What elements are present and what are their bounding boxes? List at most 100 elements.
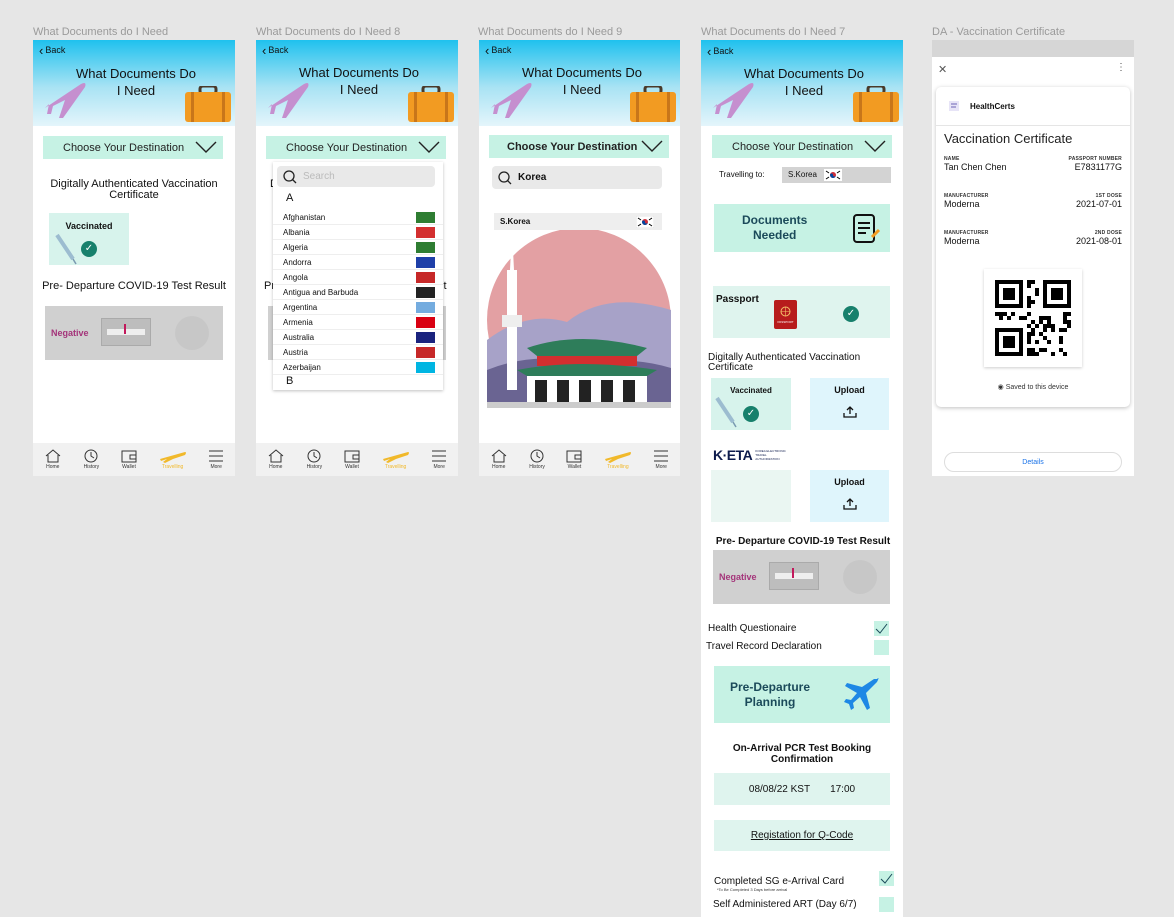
back-button[interactable]: ‹ Back bbox=[707, 45, 733, 58]
nav-label: Travelling bbox=[161, 464, 184, 470]
country-list-dropdown: Search A Afghanistan Albania Algeria Andorr… bbox=[273, 162, 443, 390]
nav-home[interactable]: Home bbox=[44, 449, 62, 470]
vaccinated-card[interactable]: Vaccinated ✓ bbox=[711, 378, 791, 430]
nav-more[interactable]: More bbox=[208, 449, 224, 470]
country-name: Algeria bbox=[283, 243, 308, 252]
nav-wallet[interactable]: Wallet bbox=[121, 449, 137, 470]
self-art-checkbox[interactable] bbox=[879, 897, 894, 912]
country-flag-icon bbox=[416, 302, 435, 313]
destination-dropdown[interactable]: Choose Your Destination bbox=[489, 135, 669, 158]
back-button[interactable]: ‹ Back bbox=[485, 44, 511, 57]
country-row[interactable]: Afghanistan bbox=[273, 210, 443, 225]
frame-label: What Documents do I Need bbox=[33, 26, 169, 38]
travelling-value: S.Korea bbox=[788, 170, 817, 179]
back-button[interactable]: ‹ Back bbox=[39, 44, 66, 57]
qcode-registration-link[interactable]: Registation for Q-Code bbox=[714, 820, 890, 851]
booking-time: 17:00 bbox=[830, 783, 856, 795]
country-row[interactable]: Armenia bbox=[273, 315, 443, 330]
close-icon[interactable]: ✕ bbox=[938, 63, 947, 76]
back-button[interactable]: ‹ Back bbox=[262, 42, 289, 58]
back-label: Back bbox=[268, 45, 289, 55]
upload-keta-button[interactable]: Upload bbox=[810, 470, 889, 522]
details-label: Details bbox=[1022, 458, 1044, 466]
nav-history[interactable]: History bbox=[306, 449, 322, 470]
self-art-label: Self Administered ART (Day 6/7) bbox=[713, 899, 857, 910]
pre-departure-planning-button[interactable]: Pre-Departure Planning bbox=[714, 666, 890, 723]
travelling-to-label: Travelling to: bbox=[719, 170, 765, 179]
nav-wallet[interactable]: Wallet bbox=[344, 449, 360, 470]
vaccinated-card[interactable]: Vaccinated ✓ bbox=[49, 213, 129, 265]
country-flag-icon bbox=[416, 272, 435, 283]
documents-needed-button[interactable]: Documents Needed bbox=[714, 204, 890, 252]
search-icon bbox=[498, 171, 512, 185]
test-result-card[interactable]: Negative bbox=[713, 550, 890, 604]
country-flag-icon bbox=[416, 287, 435, 298]
country-flag-icon bbox=[416, 347, 435, 358]
check-icon: ✓ bbox=[743, 406, 759, 422]
result-row-skorea[interactable]: S.Korea bbox=[494, 213, 662, 230]
country-row[interactable]: Algeria bbox=[273, 240, 443, 255]
travelling-to-field[interactable]: S.Korea bbox=[782, 167, 891, 183]
label-line: Planning bbox=[744, 694, 796, 709]
section-title-test: Pre- Departure COVID-19 Test Result bbox=[715, 536, 891, 547]
upload-vaccination-button[interactable]: Upload bbox=[810, 378, 889, 430]
korea-flag-icon bbox=[824, 169, 842, 181]
nav-travelling[interactable]: Travelling bbox=[604, 449, 632, 470]
passport-card[interactable]: Passport PASSPORT ✓ bbox=[713, 286, 890, 338]
dropdown-label: Choose Your Destination bbox=[507, 140, 638, 153]
chevron-left-icon: ‹ bbox=[262, 42, 267, 58]
nav-more[interactable]: More bbox=[653, 449, 669, 470]
nav-home[interactable]: Home bbox=[490, 449, 508, 470]
nav-travelling[interactable]: Travelling bbox=[382, 449, 410, 470]
country-row[interactable]: Angola bbox=[273, 270, 443, 285]
pcr-booking-datetime[interactable]: 08/08/22 KST 17:00 bbox=[714, 773, 890, 805]
nav-home[interactable]: Home bbox=[267, 449, 285, 470]
row-label: Completed SG e-Arrival Card bbox=[714, 876, 845, 887]
keta-card[interactable] bbox=[711, 470, 791, 522]
test-result-card[interactable]: Negative bbox=[45, 306, 223, 360]
destination-dropdown[interactable]: Choose Your Destination bbox=[43, 136, 223, 159]
destination-dropdown[interactable]: Choose Your Destination bbox=[266, 136, 446, 159]
more-options-icon[interactable]: ⋮ bbox=[1116, 62, 1126, 73]
search-icon bbox=[283, 170, 297, 184]
saved-indicator: ◉ Saved to this device bbox=[936, 383, 1130, 391]
country-row[interactable]: Argentina bbox=[273, 300, 443, 315]
title-line: Confirmation bbox=[770, 754, 834, 765]
frame-what-documents-9: ‹ Back What Documents Do I Need Choose You… bbox=[479, 40, 680, 476]
chevron-down-icon bbox=[641, 140, 663, 152]
destination-dropdown[interactable]: Choose Your Destination bbox=[712, 135, 892, 158]
country-row[interactable]: Azerbaijan bbox=[273, 360, 443, 375]
nav-wallet[interactable]: Wallet bbox=[566, 449, 582, 470]
details-button[interactable]: Details bbox=[944, 452, 1122, 472]
back-label: Back bbox=[45, 45, 66, 55]
letter-header: B bbox=[286, 375, 294, 387]
chevron-down-icon bbox=[418, 141, 440, 153]
country-row[interactable]: Antigua and Barbuda bbox=[273, 285, 443, 300]
sg-arrival-card-checkbox[interactable] bbox=[879, 871, 894, 886]
history-icon bbox=[307, 449, 321, 463]
search-input[interactable]: Search bbox=[277, 166, 435, 187]
history-icon bbox=[84, 449, 98, 463]
wallet-icon bbox=[121, 450, 137, 463]
nav-travelling[interactable]: Travelling bbox=[159, 449, 187, 470]
chevron-down-icon bbox=[195, 141, 217, 153]
country-row[interactable]: Andorra bbox=[273, 255, 443, 270]
nav-more[interactable]: More bbox=[431, 449, 447, 470]
country-row[interactable]: Albania bbox=[273, 225, 443, 240]
health-questionaire-checkbox[interactable] bbox=[874, 621, 889, 636]
search-input[interactable]: Korea bbox=[492, 166, 662, 189]
airplane-illustration-icon bbox=[268, 83, 309, 118]
nav-history[interactable]: History bbox=[529, 449, 545, 470]
nav-label: Wallet bbox=[567, 464, 582, 470]
country-name: Antigua and Barbuda bbox=[283, 288, 359, 297]
upload-label: Upload bbox=[834, 385, 865, 395]
label-line: Pre-Departure bbox=[730, 679, 811, 694]
row-note: *To Be Completed 3 Days before arrival bbox=[717, 887, 788, 892]
home-icon bbox=[268, 449, 284, 463]
qr-code bbox=[984, 269, 1082, 367]
country-row[interactable]: Austria bbox=[273, 345, 443, 360]
nav-history[interactable]: History bbox=[83, 449, 99, 470]
travel-record-checkbox[interactable] bbox=[874, 640, 889, 655]
country-row[interactable]: Australia bbox=[273, 330, 443, 345]
airplane-illustration-icon bbox=[491, 83, 532, 118]
